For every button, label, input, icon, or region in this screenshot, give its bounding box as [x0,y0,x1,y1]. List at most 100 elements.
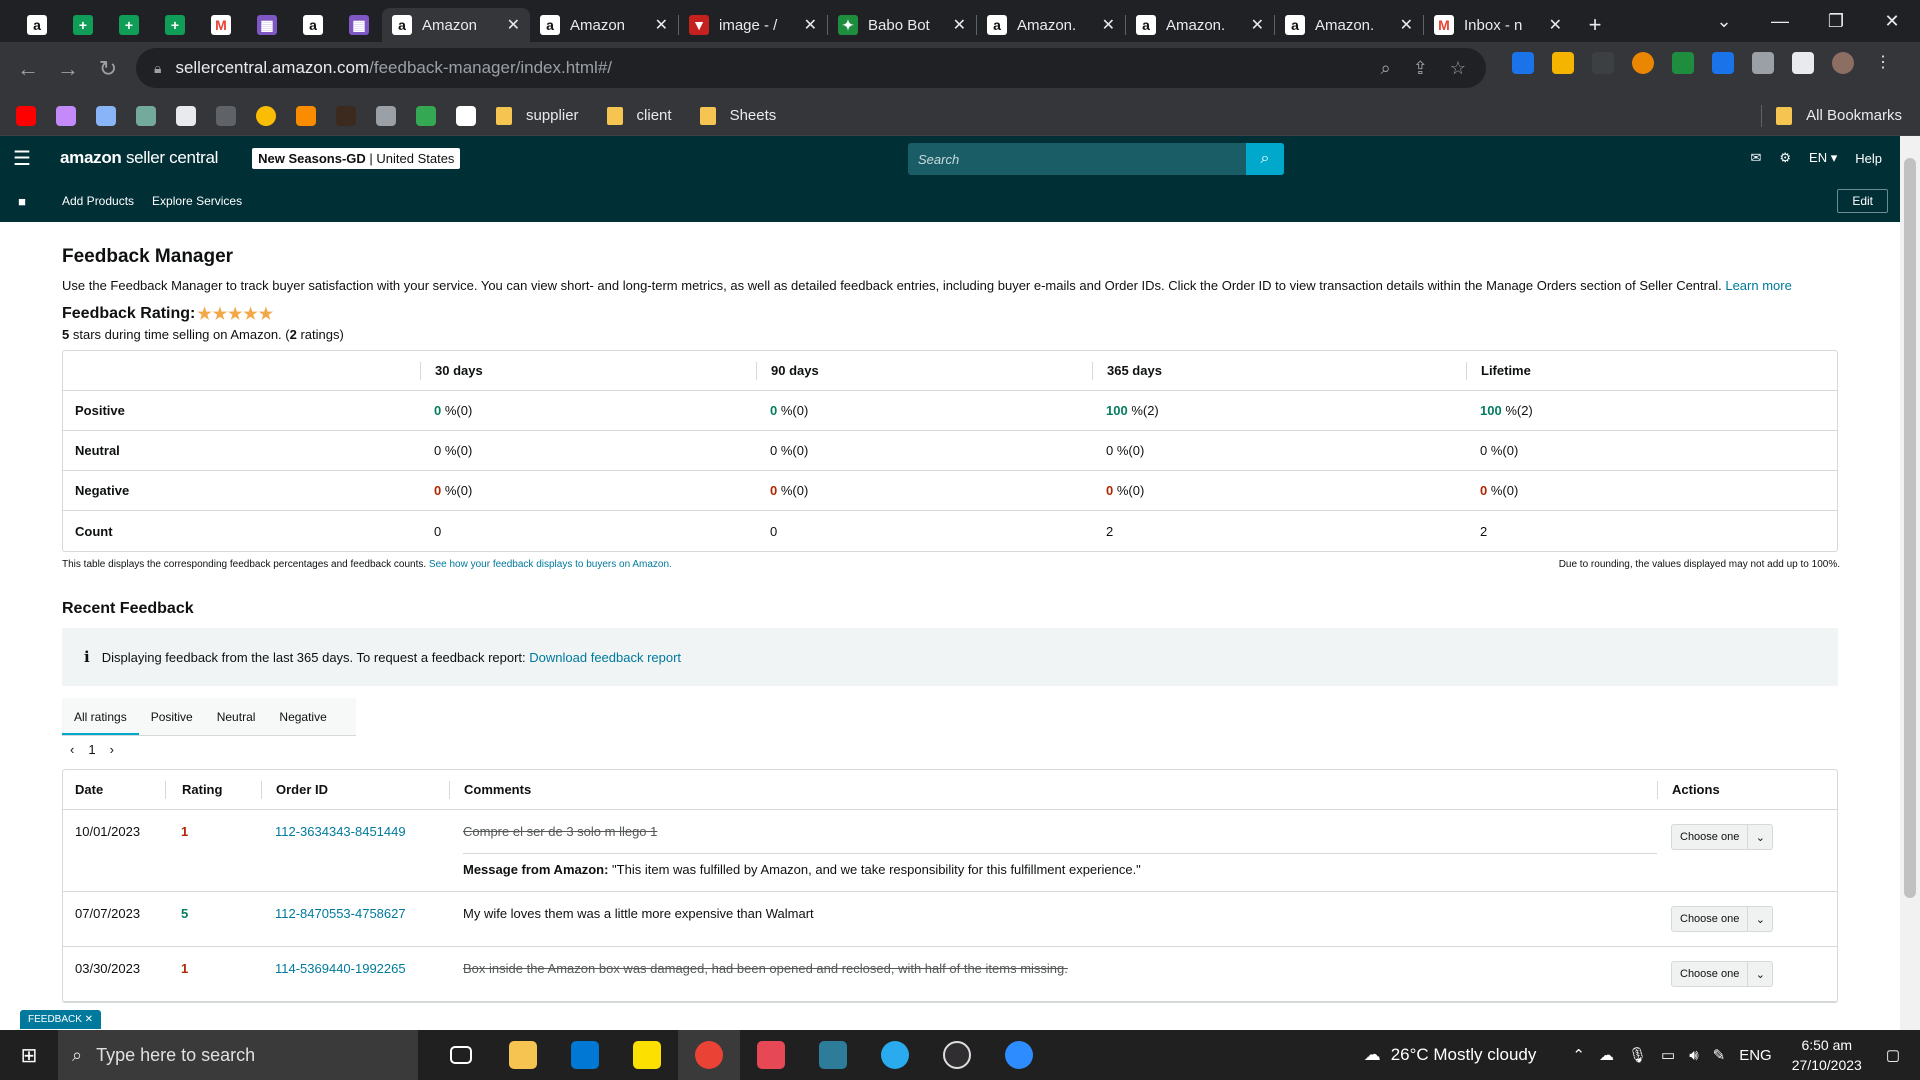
learn-more-link[interactable]: Learn more [1725,278,1791,293]
browser-tab[interactable]: a Amazon ✕ [382,8,530,42]
current-page[interactable]: 1 [88,742,95,757]
volume-icon[interactable]: 🔊︎ [1689,1047,1698,1064]
tab-positive[interactable]: Positive [139,710,205,724]
language-selector[interactable]: EN ▾ [1809,150,1837,166]
bookmark-icon[interactable] [336,105,356,126]
browser-tab[interactable]: a Amazon. ✕ [1126,8,1274,42]
close-tab-icon[interactable]: ✕ [655,15,668,35]
pen-icon[interactable]: ✎ [1713,1046,1726,1064]
seller-central-logo[interactable]: amazon seller central [60,148,218,168]
browser-tab[interactable]: ▦ [244,8,290,42]
bookmark-star-icon[interactable]: ☆ [1450,58,1466,79]
see-feedback-link[interactable]: See how your feedback displays to buyers… [429,559,672,570]
sticky-notes-icon[interactable] [616,1030,678,1080]
browser-tab[interactable]: ▼ image - / ✕ [679,8,827,42]
close-tab-icon[interactable]: ✕ [804,15,817,35]
zoom-icon[interactable] [988,1030,1050,1080]
browser-tab[interactable]: a [290,8,336,42]
bookmark-folder-client[interactable]: client [606,106,672,125]
telegram-icon[interactable] [864,1030,926,1080]
browser-tab[interactable]: + [60,8,106,42]
order-id-link[interactable]: 114-5369440-1992265 [275,961,406,976]
scrollbar-thumb[interactable] [1904,158,1916,898]
avatar[interactable] [1832,52,1854,74]
help-link[interactable]: Help [1855,151,1882,166]
calculator-icon[interactable] [802,1030,864,1080]
puzzle-icon[interactable] [1752,52,1774,74]
side-panel-icon[interactable] [1792,52,1814,74]
onedrive-icon[interactable]: ☁ [1599,1046,1614,1064]
next-page-icon[interactable]: › [110,742,114,757]
bookmark-folder-sheets[interactable]: Sheets [699,106,776,125]
chatgpt-icon[interactable] [136,105,156,126]
tab-search-icon[interactable]: ⌄ [1696,11,1752,32]
menu-icon[interactable]: ⋮ [1872,52,1894,74]
url-bar[interactable]: 🔒︎ sellercentral.amazon.com/feedback-man… [136,48,1486,88]
taskbar-search[interactable]: ⌕ Type here to search [58,1030,418,1080]
extension-icon[interactable] [1672,52,1694,74]
youtube-icon[interactable] [16,105,36,126]
tab-negative[interactable]: Negative [267,710,338,724]
close-tab-icon[interactable]: ✕ [1400,15,1413,35]
browser-tab[interactable]: a [14,8,60,42]
share-icon[interactable]: ⇪ [1413,58,1428,79]
mail-icon[interactable]: ✉ [1750,150,1761,166]
edit-button[interactable]: Edit [1837,189,1888,213]
browser-tab[interactable]: a Amazon ✕ [530,8,678,42]
actions-dropdown[interactable]: Choose one ⌄ [1671,961,1774,987]
browser-tab[interactable]: a Amazon. ✕ [1275,8,1423,42]
close-tab-icon[interactable]: ✕ [507,15,520,35]
download-feedback-report-link[interactable]: Download feedback report [529,650,681,665]
bookmark-icon[interactable] [176,105,196,126]
forward-icon[interactable]: → [48,56,88,82]
bookmark-icon[interactable] [56,105,76,126]
browser-tab[interactable]: M [198,8,244,42]
bookmark-icon[interactable] [376,105,396,126]
extension-icon[interactable] [1552,52,1574,74]
bookmark-icon[interactable] [296,105,316,126]
browser-tab[interactable]: M Inbox - n ✕ [1424,8,1572,42]
chrome-icon[interactable] [678,1030,740,1080]
obs-icon[interactable] [926,1030,988,1080]
restore-icon[interactable]: ❐ [1808,11,1864,32]
browser-tab[interactable]: ✦ Babo Bot ✕ [828,8,976,42]
close-tab-icon[interactable]: ✕ [1251,15,1264,35]
actions-dropdown[interactable]: Choose one ⌄ [1671,906,1774,932]
gear-icon[interactable]: ⚙ [1779,150,1791,166]
order-id-link[interactable]: 112-3634343-8451449 [275,824,406,839]
browser-tab[interactable]: + [106,8,152,42]
reload-icon[interactable]: ↻ [88,56,128,82]
back-icon[interactable]: ← [8,56,48,82]
close-window-icon[interactable]: ✕ [1864,11,1920,32]
amazon-icon[interactable] [456,105,476,126]
explore-services-link[interactable]: Explore Services [152,194,242,208]
close-tab-icon[interactable]: ✕ [953,15,966,35]
bookmark-folder-supplier[interactable]: supplier [496,106,579,125]
prev-page-icon[interactable]: ‹ [70,742,74,757]
feedback-widget-button[interactable]: FEEDBACK ✕ [20,1010,102,1029]
task-view-icon[interactable] [430,1030,492,1080]
bookmark-icon[interactable]: ■ [0,194,44,209]
snipping-tool-icon[interactable] [740,1030,802,1080]
chevron-up-icon[interactable]: ⌃ [1572,1046,1585,1064]
weather-widget[interactable]: ☁ 26°C Mostly cloudy [1364,1045,1537,1065]
bookmark-icon[interactable] [96,105,116,126]
notification-icon[interactable]: ▢ [1886,1046,1900,1064]
lock-icon[interactable]: 🔒︎ [154,60,161,77]
store-switcher[interactable]: New Seasons-GD | United States [252,147,461,169]
order-id-link[interactable]: 112-8470553-4758627 [275,906,406,921]
search-icon[interactable]: ⌕ [1246,143,1284,175]
search-input[interactable]: Search [908,152,1246,167]
minimize-icon[interactable]: — [1752,11,1808,32]
extension-icon[interactable] [1712,52,1734,74]
extension-icon[interactable] [1632,52,1654,74]
page-scrollbar[interactable] [1900,136,1920,1030]
file-explorer-icon[interactable] [492,1030,554,1080]
windows-start-icon[interactable]: ⊞ [0,1043,58,1068]
hamburger-menu-icon[interactable]: ☰ [0,146,44,171]
browser-tab[interactable]: + [152,8,198,42]
close-tab-icon[interactable]: ✕ [1102,15,1115,35]
bookmark-icon[interactable] [416,105,436,126]
language-indicator[interactable]: ENG [1739,1047,1772,1064]
extension-icon[interactable] [1512,52,1534,74]
